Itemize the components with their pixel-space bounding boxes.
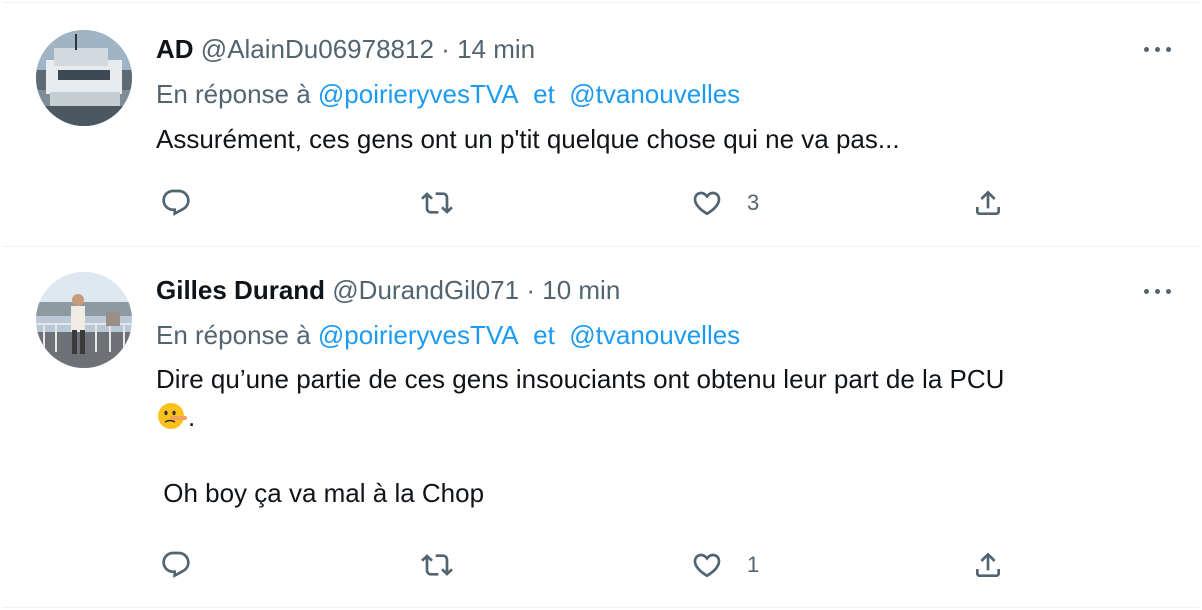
more-icon[interactable]: [1137, 33, 1177, 65]
tweet-text-line: Oh boy ça va mal à la Chop: [156, 478, 485, 508]
reply-join: et: [533, 320, 555, 350]
retweet-button[interactable]: [421, 545, 453, 585]
retweet-icon: [421, 192, 453, 214]
author-name[interactable]: Gilles Durand: [156, 275, 325, 305]
author-handle[interactable]: @DurandGil071: [332, 275, 519, 305]
author-handle[interactable]: @AlainDu06978812: [201, 34, 434, 64]
reply-prefix: En réponse à: [156, 320, 311, 350]
retweet-button[interactable]: [421, 183, 453, 223]
heart-icon: [693, 553, 721, 578]
reply-button[interactable]: [160, 183, 192, 223]
reply-context: En réponse à @poirieryvesTVA et @tvanouv…: [156, 319, 740, 351]
like-button[interactable]: 1: [691, 545, 759, 585]
tweet-text-line: Assurément, ces gens ont un p'tit quelqu…: [156, 124, 900, 154]
like-button[interactable]: 3: [691, 183, 759, 223]
mention-link[interactable]: @poirieryvesTVA: [318, 320, 519, 350]
tweet-text: Assurément, ces gens ont un p'tit quelqu…: [156, 120, 1156, 158]
mention-link[interactable]: @poirieryvesTVA: [318, 79, 519, 109]
reply-icon: [162, 189, 190, 216]
more-icon[interactable]: [1137, 275, 1177, 307]
tweet-text-line: Dire qu’une partie de ces gens insoucian…: [156, 364, 1005, 394]
tweet-text-line: .: [156, 398, 1156, 436]
tweet-actions: 3: [156, 183, 1036, 223]
tweet-actions: 1: [156, 545, 1036, 585]
like-count: 3: [747, 190, 760, 215]
tweet[interactable]: AD @AlainDu06978812 · 14 min En réponse …: [3, 2, 1199, 246]
tweet-header: AD @AlainDu06978812 · 14 min: [156, 33, 1109, 65]
mention-link[interactable]: @tvanouvelles: [569, 79, 740, 109]
avatar[interactable]: [36, 272, 132, 368]
tweet-text-suffix: .: [188, 402, 196, 432]
timestamp[interactable]: 10 min: [542, 275, 620, 305]
mention-link[interactable]: @tvanouvelles: [569, 320, 740, 350]
share-button[interactable]: [972, 545, 1004, 585]
reply-icon: [162, 551, 190, 578]
reply-join: et: [533, 79, 555, 109]
separator-dot: ·: [526, 275, 536, 305]
retweet-icon: [421, 554, 453, 576]
tweet-header: Gilles Durand @DurandGil071 · 10 min: [156, 274, 1109, 306]
heart-icon: [693, 191, 721, 216]
author-name[interactable]: AD: [156, 34, 194, 64]
like-count: 1: [747, 552, 760, 577]
separator-dot: ·: [441, 34, 450, 64]
share-button[interactable]: [972, 183, 1004, 223]
share-icon: [976, 552, 1000, 577]
reply-prefix: En réponse à: [156, 79, 311, 109]
avatar[interactable]: [36, 30, 132, 126]
share-icon: [976, 190, 1000, 215]
reply-context: En réponse à @poirieryvesTVA et @tvanouv…: [156, 78, 740, 110]
timestamp[interactable]: 14 min: [457, 34, 535, 64]
reply-button[interactable]: [160, 545, 192, 585]
lying-face-emoji: [158, 403, 187, 429]
tweet[interactable]: Gilles Durand @DurandGil071 · 10 min En …: [3, 246, 1199, 608]
tweet-text: Dire qu’une partie de ces gens insoucian…: [156, 360, 1156, 512]
